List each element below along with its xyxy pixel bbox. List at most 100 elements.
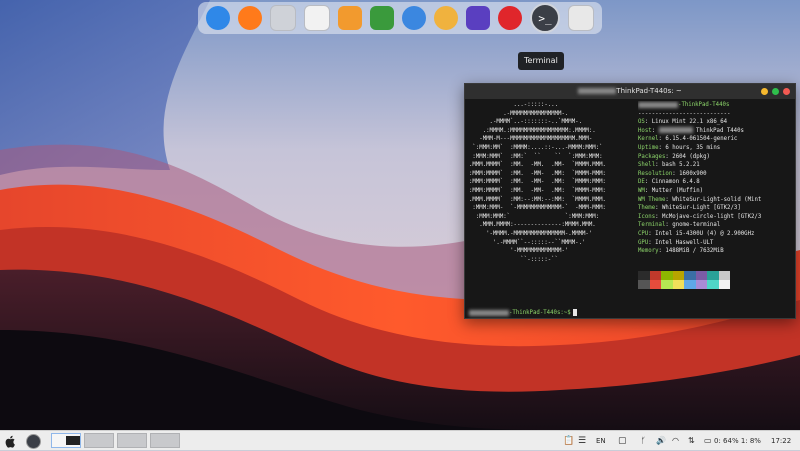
info-value: 2604 (dpkg) bbox=[672, 153, 710, 160]
info-line: WM Theme: WhiteSur-Light-solid (Mint bbox=[638, 196, 762, 203]
color-swatch bbox=[638, 271, 650, 280]
redacted-username bbox=[469, 309, 509, 316]
info-key: WM bbox=[638, 187, 645, 194]
info-key: DE bbox=[638, 179, 645, 186]
info-key: Shell bbox=[638, 162, 656, 169]
info-value: 6 hours, 35 mins bbox=[665, 144, 721, 151]
color-swatch bbox=[649, 271, 661, 280]
prompt-text: -ThinkPad-T440s:~$ bbox=[509, 310, 571, 316]
mint-ascii-logo: ...-:::::-... .-MMMMMMMMMMMMMMM-. .-MMMM… bbox=[469, 102, 606, 263]
terminal-titlebar[interactable]: ThinkPad-T440s: ~ bbox=[465, 84, 795, 99]
info-line: CPU: Intel i5-4300U (4) @ 2.900GHz bbox=[638, 230, 755, 237]
info-line: DE: Cinnamon 6.4.8 bbox=[638, 179, 700, 186]
keyboard-layout[interactable]: EN bbox=[596, 431, 606, 451]
color-swatch bbox=[684, 280, 696, 289]
info-value: McMojave-circle-light [GTK2/3 bbox=[661, 213, 762, 220]
apple-icon bbox=[5, 435, 15, 448]
bluetooth-icon[interactable]: ᚶ bbox=[641, 431, 646, 451]
info-line: Theme: WhiteSur-Light [GTK2/3] bbox=[638, 205, 741, 212]
downloader-icon[interactable] bbox=[498, 6, 522, 30]
info-line: OS: Linux Mint 22.1 x86_64 bbox=[638, 119, 728, 126]
info-value: Intel i5-4300U (4) @ 2.900GHz bbox=[655, 230, 755, 237]
info-line: WM: Mutter (Muffin) bbox=[638, 187, 704, 194]
info-line: Resolution: 1600x900 bbox=[638, 170, 707, 177]
workspace-4[interactable] bbox=[150, 433, 180, 448]
info-line: Memory: 1488MiB / 7632MiB bbox=[638, 248, 724, 255]
info-value: Mutter (Muffin) bbox=[651, 187, 704, 194]
terminal-body[interactable]: ...-:::::-... .-MMMMMMMMMMMMMMM-. .-MMMM… bbox=[465, 99, 795, 318]
workspace-3[interactable] bbox=[117, 433, 147, 448]
info-key: OS bbox=[638, 119, 645, 126]
butterfly-icon[interactable] bbox=[338, 6, 362, 30]
color-swatch bbox=[684, 271, 696, 280]
info-key: Packages bbox=[638, 153, 666, 160]
separator: --------------------------- bbox=[638, 110, 731, 117]
color-swatch bbox=[707, 280, 719, 289]
close-button[interactable] bbox=[783, 88, 790, 95]
wifi-icon[interactable]: ◠ bbox=[672, 431, 679, 451]
info-value: ThinkPad T440s bbox=[696, 127, 744, 134]
info-key: GPU bbox=[638, 239, 649, 246]
redacted-username bbox=[638, 101, 678, 108]
info-value: 1600x900 bbox=[679, 170, 707, 177]
display-icon[interactable]: ▢ bbox=[618, 431, 627, 451]
clock[interactable]: 17:22 bbox=[771, 431, 791, 451]
color-swatch bbox=[661, 271, 673, 280]
finder-icon[interactable] bbox=[206, 6, 230, 30]
redacted-host bbox=[658, 127, 693, 134]
terminal-window[interactable]: ThinkPad-T440s: ~ ...-:::::-... .-MMMMMM… bbox=[464, 83, 796, 319]
info-value: Cinnamon 6.4.8 bbox=[651, 179, 700, 186]
info-key: Uptime bbox=[638, 144, 659, 151]
drive-icon[interactable] bbox=[270, 5, 296, 31]
workspace-1[interactable] bbox=[51, 433, 81, 448]
color-swatch bbox=[695, 280, 707, 289]
color-swatch bbox=[672, 271, 684, 280]
info-key: Kernel bbox=[638, 136, 659, 143]
info-value: Intel Haswell-ULT bbox=[655, 239, 714, 246]
info-value: WhiteSur-Light [GTK2/3] bbox=[661, 205, 741, 212]
volume-icon[interactable]: 🔊 bbox=[656, 431, 666, 451]
color-swatch bbox=[707, 271, 719, 280]
info-key: WM Theme bbox=[638, 196, 666, 203]
game-icon[interactable] bbox=[370, 6, 394, 30]
redacted-username bbox=[578, 88, 617, 94]
window-thumb bbox=[66, 436, 80, 445]
minimize-button[interactable] bbox=[761, 88, 768, 95]
neofetch-info: -ThinkPad-T440s ------------------------… bbox=[638, 101, 798, 256]
notes-icon[interactable]: ☰ bbox=[578, 431, 586, 451]
color-swatch bbox=[672, 280, 684, 289]
sync-icon[interactable] bbox=[402, 6, 426, 30]
info-key: Host bbox=[638, 127, 652, 134]
info-line: Packages: 2604 (dpkg) bbox=[638, 153, 710, 160]
info-value: Linux Mint 22.1 x86_64 bbox=[651, 119, 728, 126]
maximize-button[interactable] bbox=[772, 88, 779, 95]
battery-icon[interactable]: ▭ bbox=[704, 431, 712, 451]
info-key: CPU bbox=[638, 230, 649, 237]
gitkraken-icon[interactable] bbox=[466, 6, 490, 30]
firefox-icon[interactable] bbox=[238, 6, 262, 30]
taskbar-terminal-launcher[interactable] bbox=[26, 431, 41, 451]
workspace-2[interactable] bbox=[84, 433, 114, 448]
color-swatch bbox=[695, 271, 707, 280]
taskbar: 📋 ☰ EN ▢ ᚶ 🔊 ◠ ⇅ ▭ 0: 64% 1: 8% 17:22 bbox=[0, 430, 800, 450]
battery-status[interactable]: 0: 64% 1: 8% bbox=[714, 431, 761, 451]
network-icon[interactable]: ⇅ bbox=[688, 431, 695, 451]
menu-button[interactable] bbox=[5, 431, 17, 451]
info-line: Icons: McMojave-circle-light [GTK2/3 bbox=[638, 213, 762, 220]
clipboard-icon[interactable]: 📋 bbox=[563, 431, 574, 451]
info-value: bash 5.2.21 bbox=[661, 162, 700, 169]
files-icon[interactable] bbox=[304, 5, 330, 31]
terminal-icon bbox=[26, 433, 41, 449]
terminal-icon[interactable]: >_ bbox=[530, 3, 560, 33]
terminal-title: ThinkPad-T440s: ~ bbox=[616, 87, 682, 95]
color-swatch bbox=[649, 280, 661, 289]
host-label: ThinkPad-T440s bbox=[681, 102, 730, 108]
hexchat-icon[interactable] bbox=[434, 6, 458, 30]
trash-icon[interactable] bbox=[568, 5, 594, 31]
info-key: Resolution bbox=[638, 170, 673, 177]
info-value: WhiteSur-Light-solid (Mint bbox=[672, 196, 762, 203]
color-swatch bbox=[718, 280, 730, 289]
shell-prompt[interactable]: -ThinkPad-T440s:~$ bbox=[469, 309, 577, 316]
info-line: Kernel: 6.15.4-061504-generic bbox=[638, 136, 738, 143]
info-value: 6.15.4-061504-generic bbox=[665, 136, 738, 143]
